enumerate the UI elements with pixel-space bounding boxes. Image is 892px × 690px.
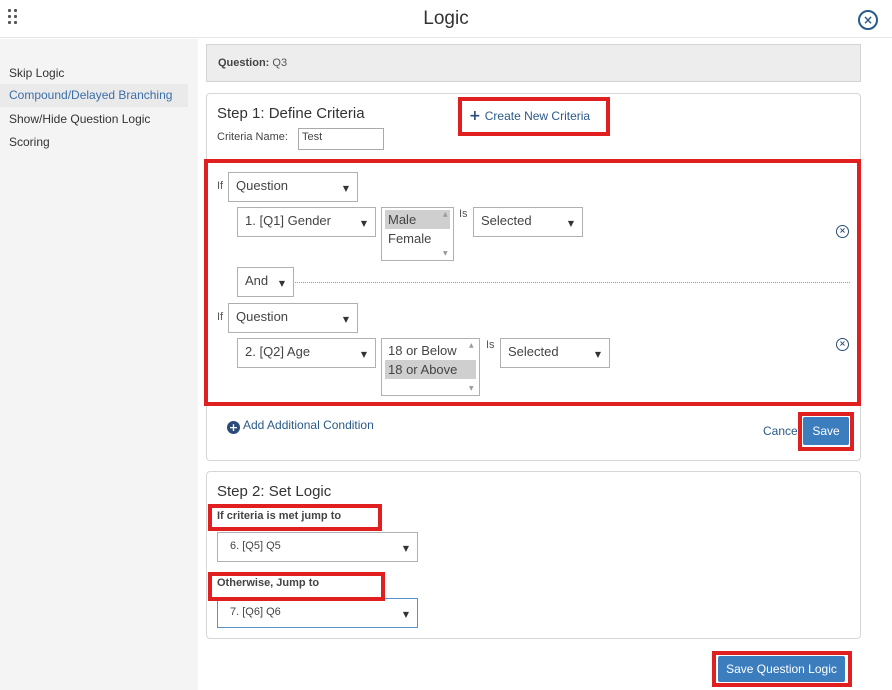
sidebar: Skip Logic Compound/Delayed Branching Sh… — [0, 39, 198, 690]
otherwise-label: Otherwise, Jump to — [217, 577, 320, 589]
condition2-operator-select[interactable]: Selected ▼ — [500, 338, 610, 368]
list-item[interactable]: 18 or Below — [385, 341, 476, 360]
condition2-options-listbox[interactable]: 18 or Below 18 or Above ▲ ▼ — [381, 338, 480, 396]
condition1-operator-select[interactable]: Selected ▼ — [473, 207, 583, 237]
close-circle-icon[interactable]: × — [858, 10, 878, 30]
save-criteria-button[interactable]: Save — [803, 417, 849, 445]
create-new-criteria-link[interactable]: + Create New Criteria — [469, 108, 590, 124]
scroll-up-icon[interactable]: ▲ — [443, 211, 448, 218]
divider — [295, 282, 850, 283]
chevron-down-icon: ▼ — [342, 184, 349, 193]
criteria-met-value: 6. [Q5] Q5 — [230, 540, 281, 552]
cancel-link[interactable]: Cancel — [763, 424, 800, 438]
chevron-down-icon: ▼ — [594, 350, 601, 359]
chevron-down-icon: ▼ — [342, 315, 349, 324]
add-additional-condition-label: Add Additional Condition — [243, 418, 374, 432]
condition2-question-value: 2. [Q2] Age — [245, 344, 311, 359]
scroll-down-icon[interactable]: ▼ — [443, 250, 448, 257]
listbox-scrollbar[interactable]: ▲ ▼ — [468, 340, 478, 394]
condition2-type-value: Question — [236, 309, 289, 324]
condition1-question-value: 1. [Q1] Gender — [245, 213, 331, 228]
condition1-operator-value: Selected — [481, 213, 532, 228]
sidebar-item-compound-delayed-branching[interactable]: Compound/Delayed Branching — [0, 84, 188, 107]
condition1-options-listbox[interactable]: Male Female ▲ ▼ — [381, 207, 454, 261]
remove-condition-icon[interactable]: × — [836, 225, 849, 238]
connector-select[interactable]: And ▼ — [237, 267, 294, 297]
plus-circle-icon: + — [227, 421, 240, 434]
title-bar: Logic × — [0, 0, 892, 38]
step1-title: Step 1: Define Criteria — [217, 105, 365, 122]
condition1-question-select[interactable]: 1. [Q1] Gender ▼ — [237, 207, 376, 237]
sidebar-item-scoring[interactable]: Scoring — [9, 135, 50, 149]
sidebar-item-show-hide-question-logic[interactable]: Show/Hide Question Logic — [9, 112, 150, 126]
plus-icon: + — [469, 108, 481, 124]
otherwise-select[interactable]: 7. [Q6] Q6 ▼ — [217, 598, 418, 628]
criteria-met-select[interactable]: 6. [Q5] Q5 ▼ — [217, 532, 418, 562]
list-item[interactable]: Male — [385, 210, 450, 229]
question-value: Q3 — [272, 57, 288, 69]
chevron-down-icon: ▼ — [278, 279, 285, 288]
is-label: Is — [486, 339, 495, 351]
listbox-scrollbar[interactable]: ▲ ▼ — [442, 209, 452, 259]
save-question-logic-button[interactable]: Save Question Logic — [718, 656, 845, 682]
condition2-type-select[interactable]: Question ▼ — [228, 303, 358, 333]
list-item[interactable]: 18 or Above — [385, 360, 476, 379]
is-label: Is — [459, 208, 468, 220]
condition1-type-select[interactable]: Question ▼ — [228, 172, 358, 202]
if-label: If — [217, 180, 224, 192]
condition2-question-select[interactable]: 2. [Q2] Age ▼ — [237, 338, 376, 368]
create-new-criteria-label: Create New Criteria — [484, 109, 591, 123]
add-additional-condition-link[interactable]: + Add Additional Condition — [227, 418, 374, 434]
remove-condition-icon[interactable]: × — [836, 338, 849, 351]
criteria-name-label: Criteria Name: — [217, 131, 288, 143]
if-label: If — [217, 311, 224, 323]
condition2-operator-value: Selected — [508, 344, 559, 359]
window-title: Logic — [423, 8, 469, 29]
question-label: Question: — [218, 57, 270, 69]
scroll-up-icon[interactable]: ▲ — [469, 342, 474, 349]
otherwise-value: 7. [Q6] Q6 — [230, 606, 281, 618]
chevron-down-icon: ▼ — [402, 544, 409, 553]
chevron-down-icon: ▼ — [567, 219, 574, 228]
list-item[interactable]: Female — [385, 229, 450, 248]
question-bar: Question: Q3 — [206, 44, 861, 82]
chevron-down-icon: ▼ — [402, 610, 409, 619]
sidebar-item-skip-logic[interactable]: Skip Logic — [9, 66, 64, 80]
step2-title: Step 2: Set Logic — [217, 483, 332, 500]
connector-value: And — [245, 273, 269, 288]
chevron-down-icon: ▼ — [360, 350, 367, 359]
criteria-name-input[interactable]: Test — [298, 128, 384, 150]
criteria-met-label: If criteria is met jump to — [217, 510, 342, 522]
chevron-down-icon: ▼ — [360, 219, 367, 228]
scroll-down-icon[interactable]: ▼ — [469, 385, 474, 392]
condition1-type-value: Question — [236, 178, 289, 193]
